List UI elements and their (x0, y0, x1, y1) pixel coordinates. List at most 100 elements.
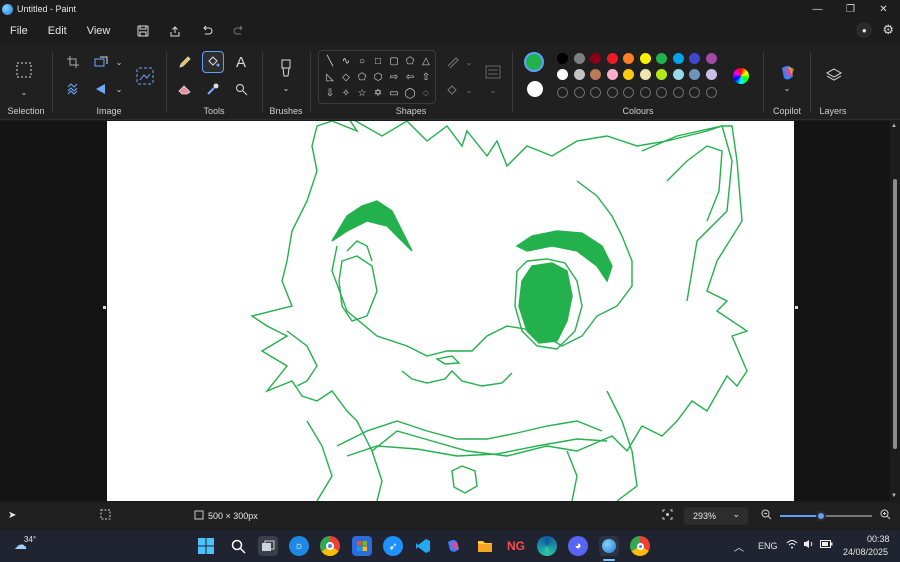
zoom-slider-thumb[interactable] (816, 511, 827, 521)
discord-icon[interactable]: ◕ (568, 536, 588, 556)
rotate-flip-icon[interactable] (91, 79, 111, 99)
custom-colour-slot[interactable] (656, 87, 667, 98)
pentagon-shape-icon[interactable]: ⬠ (354, 69, 370, 85)
size-dropdown-icon[interactable]: ⌄ (483, 80, 503, 100)
palette-swatch[interactable] (623, 69, 634, 80)
curve-shape-icon[interactable]: ∿ (338, 53, 354, 69)
palette-swatch[interactable] (557, 69, 568, 80)
chrome-profile-icon[interactable] (630, 536, 650, 556)
fit-to-window-icon[interactable] (662, 509, 673, 522)
copilot-taskbar-icon[interactable] (444, 536, 464, 556)
palette-swatch[interactable] (623, 53, 634, 64)
arrow-right-shape-icon[interactable]: ⇨ (386, 69, 402, 85)
resize-handle-left[interactable] (103, 306, 106, 309)
palette-swatch[interactable] (689, 69, 700, 80)
edge-icon[interactable] (537, 536, 557, 556)
palette-swatch[interactable] (573, 69, 585, 80)
custom-colour-slot[interactable] (590, 87, 601, 98)
custom-colour-slot[interactable] (689, 87, 700, 98)
layers-icon[interactable] (823, 64, 845, 86)
outline-dropdown-icon[interactable]: ⌄ (459, 52, 479, 72)
rotate-dropdown-icon[interactable]: ⌄ (109, 79, 129, 99)
resize-icon[interactable] (91, 52, 111, 72)
ng-app-icon[interactable]: NG (506, 536, 526, 556)
arrow-up-shape-icon[interactable]: ⇧ (418, 69, 434, 85)
drawing-canvas[interactable] (107, 121, 794, 501)
color-picker-icon[interactable] (203, 79, 223, 99)
palette-swatch[interactable] (557, 53, 568, 64)
custom-colour-slot[interactable] (672, 87, 684, 98)
scroll-up-icon[interactable]: ▲ (891, 123, 897, 129)
clock-time[interactable]: 00:38 (867, 534, 890, 544)
rounded-rectangle-shape-icon[interactable]: ▢ (386, 53, 402, 69)
task-view-icon[interactable] (258, 536, 278, 556)
account-icon[interactable]: ● (856, 22, 873, 38)
edit-colours-icon[interactable] (733, 68, 749, 84)
fill-dropdown-icon[interactable]: ⌄ (459, 80, 479, 100)
arrow-left-shape-icon[interactable]: ⇦ (402, 69, 418, 85)
hexagon-shape-icon[interactable]: ⬡ (370, 69, 386, 85)
palette-swatch[interactable] (705, 69, 717, 80)
custom-colour-slot[interactable] (606, 87, 618, 98)
show-hidden-icons-chevron[interactable]: ︿ (734, 539, 744, 554)
rectangle-shape-icon[interactable]: □ (370, 53, 386, 69)
vscode-icon[interactable] (413, 536, 433, 556)
five-point-star-shape-icon[interactable]: ☆ (354, 85, 370, 101)
six-point-star-shape-icon[interactable]: ✡ (370, 85, 386, 101)
custom-colour-slot[interactable] (705, 87, 717, 98)
brush-icon[interactable] (275, 58, 297, 80)
search-icon[interactable] (228, 536, 248, 556)
restore-button[interactable]: ❐ (834, 0, 867, 18)
menu-file[interactable]: File (0, 25, 38, 37)
text-tool-icon[interactable]: A (231, 52, 251, 72)
scroll-down-icon[interactable]: ▼ (891, 493, 897, 499)
zoom-out-icon[interactable] (761, 509, 772, 522)
four-point-star-shape-icon[interactable]: ✧ (338, 85, 354, 101)
callout-cloud-shape-icon[interactable]: ◌ (418, 85, 434, 101)
language-indicator[interactable]: ENG (758, 541, 778, 551)
menu-edit[interactable]: Edit (38, 25, 77, 37)
browser-icon[interactable]: ➶ (383, 536, 403, 556)
polygon-shape-icon[interactable]: ⬠ (402, 53, 418, 69)
palette-swatch[interactable] (639, 69, 651, 80)
palette-swatch[interactable] (606, 53, 618, 64)
wifi-icon[interactable] (786, 539, 798, 551)
weather-widget-icon[interactable]: ☼ (289, 536, 309, 556)
callout-rect-shape-icon[interactable]: ▭ (386, 85, 402, 101)
crop-icon[interactable] (63, 52, 83, 72)
undo-icon[interactable] (198, 22, 216, 40)
palette-swatch[interactable] (705, 53, 717, 64)
palette-swatch[interactable] (590, 69, 601, 80)
custom-colour-slot[interactable] (557, 87, 568, 98)
triangle-shape-icon[interactable]: △ (418, 53, 434, 69)
file-explorer-icon[interactable] (475, 536, 495, 556)
settings-gear-icon[interactable]: ⚙ (882, 22, 894, 38)
rectangle-select-icon[interactable] (13, 59, 35, 81)
paint-taskbar-icon[interactable] (599, 536, 619, 556)
palette-swatch[interactable] (672, 53, 684, 64)
palette-swatch[interactable] (639, 53, 651, 64)
resize-dropdown-icon[interactable]: ⌄ (109, 52, 129, 72)
clock-date[interactable]: 24/08/2025 (843, 547, 888, 557)
menu-view[interactable]: View (77, 25, 121, 37)
callout-oval-shape-icon[interactable]: ◯ (402, 85, 418, 101)
vertical-scrollbar[interactable]: ▲ ▼ (890, 121, 900, 501)
line-shape-icon[interactable]: ╲ (322, 53, 338, 69)
palette-swatch[interactable] (573, 53, 585, 64)
redo-icon[interactable] (230, 22, 248, 40)
copilot-dropdown-icon[interactable]: ⌄ (777, 78, 797, 98)
secondary-color-swatch[interactable] (527, 81, 543, 97)
save-icon[interactable] (134, 22, 152, 40)
palette-swatch[interactable] (590, 53, 601, 64)
zoom-dropdown[interactable]: 293% ⌄ (684, 507, 748, 525)
palette-swatch[interactable] (606, 69, 618, 80)
palette-swatch[interactable] (656, 69, 667, 80)
zoom-slider[interactable] (780, 511, 872, 521)
minimize-button[interactable]: — (801, 0, 834, 18)
palette-swatch[interactable] (672, 69, 684, 80)
palette-swatch[interactable] (656, 53, 667, 64)
close-button[interactable]: ✕ (867, 0, 900, 18)
pencil-icon[interactable] (175, 52, 195, 72)
arrow-down-shape-icon[interactable]: ⇩ (322, 85, 338, 101)
share-icon[interactable] (166, 22, 184, 40)
